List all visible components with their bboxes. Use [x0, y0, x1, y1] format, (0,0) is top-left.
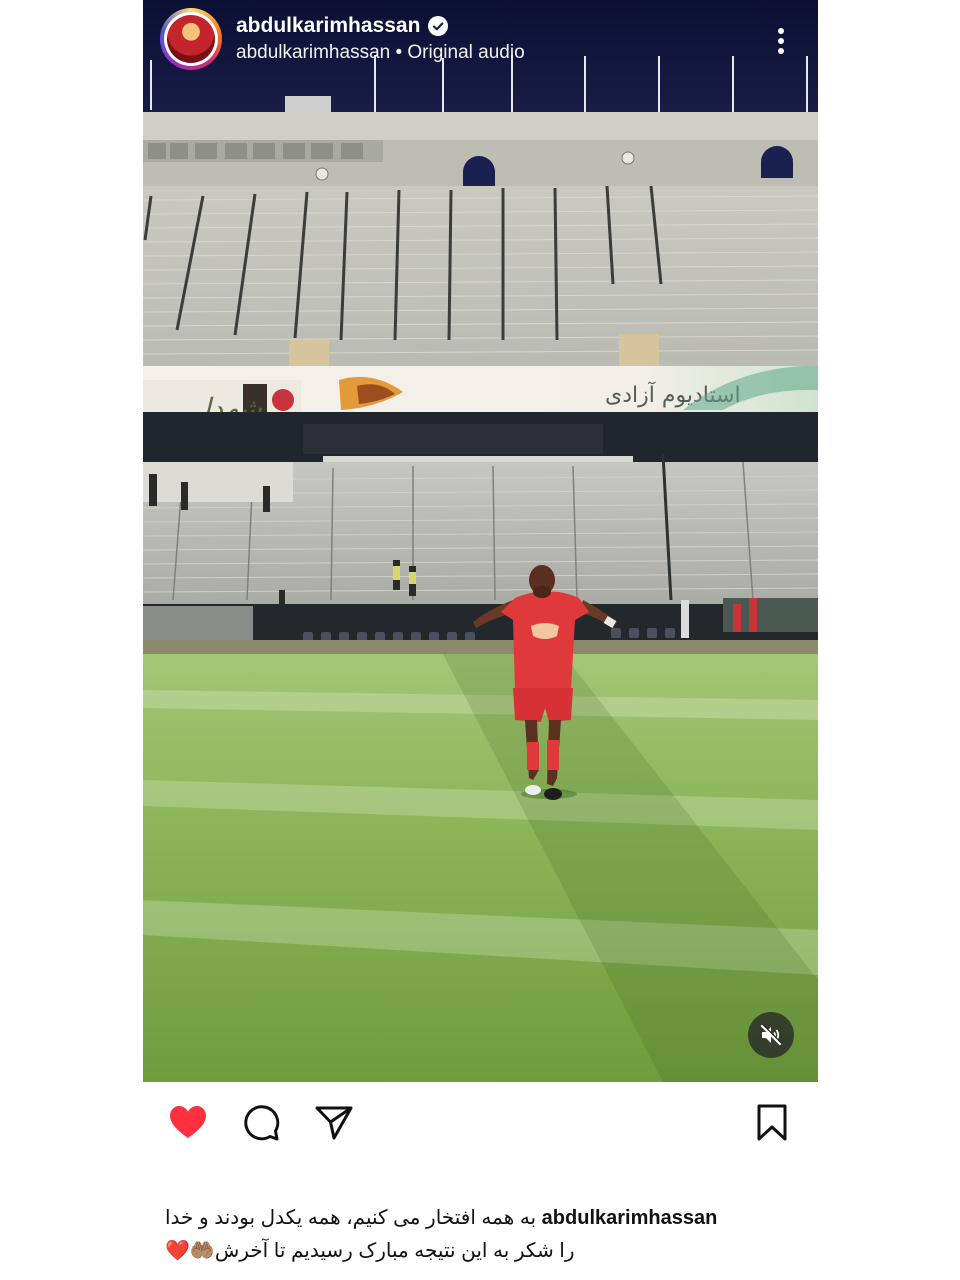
caption-text-line-2: را شکر به این نتیجه مبارک رسیدیم تا آخرش	[214, 1240, 575, 1262]
action-bar	[143, 1082, 818, 1162]
caption-text-line-1: به همه افتخار می کنیم، همه یکدل بودند و …	[165, 1207, 537, 1229]
post-caption: abdulkarimhassan به همه افتخار می کنیم، …	[165, 1202, 797, 1268]
stadium-scene-image: شهدا استادیوم آزادی	[143, 0, 818, 1082]
username-row: abdulkarimhassan	[236, 14, 449, 38]
caption-line-2: را شکر به این نتیجه مبارک رسیدیم تا آخرش…	[165, 1235, 797, 1268]
paper-plane-icon	[315, 1106, 353, 1140]
avatar-story-ring[interactable]	[160, 8, 222, 70]
audio-subline[interactable]: abdulkarimhassan • Original audio	[236, 42, 525, 64]
more-vertical-icon[interactable]	[771, 24, 791, 58]
avatar[interactable]	[164, 12, 218, 66]
speaker-muted-icon	[760, 1024, 782, 1046]
like-button[interactable]	[167, 1102, 209, 1144]
save-button[interactable]	[751, 1102, 793, 1144]
caption-emoji: 🤲🏽❤️	[165, 1240, 215, 1262]
avatar-image	[167, 15, 215, 63]
comment-button[interactable]	[240, 1102, 282, 1144]
caption-line-1: abdulkarimhassan به همه افتخار می کنیم، …	[165, 1202, 797, 1235]
instagram-post: شهدا استادیوم آزادی abdulkarimhassan abd…	[143, 0, 818, 1280]
comment-icon	[244, 1105, 280, 1141]
caption-username-link[interactable]: abdulkarimhassan	[542, 1207, 718, 1229]
mute-button[interactable]	[748, 1012, 794, 1058]
heart-icon	[170, 1106, 206, 1138]
username-link[interactable]: abdulkarimhassan	[236, 14, 420, 38]
post-header: abdulkarimhassan abdulkarimhassan • Orig…	[143, 0, 818, 90]
reel-video[interactable]: شهدا استادیوم آزادی abdulkarimhassan abd…	[143, 0, 818, 1082]
bookmark-icon	[757, 1104, 787, 1141]
share-button[interactable]	[313, 1102, 355, 1144]
verified-badge-icon	[428, 16, 449, 36]
